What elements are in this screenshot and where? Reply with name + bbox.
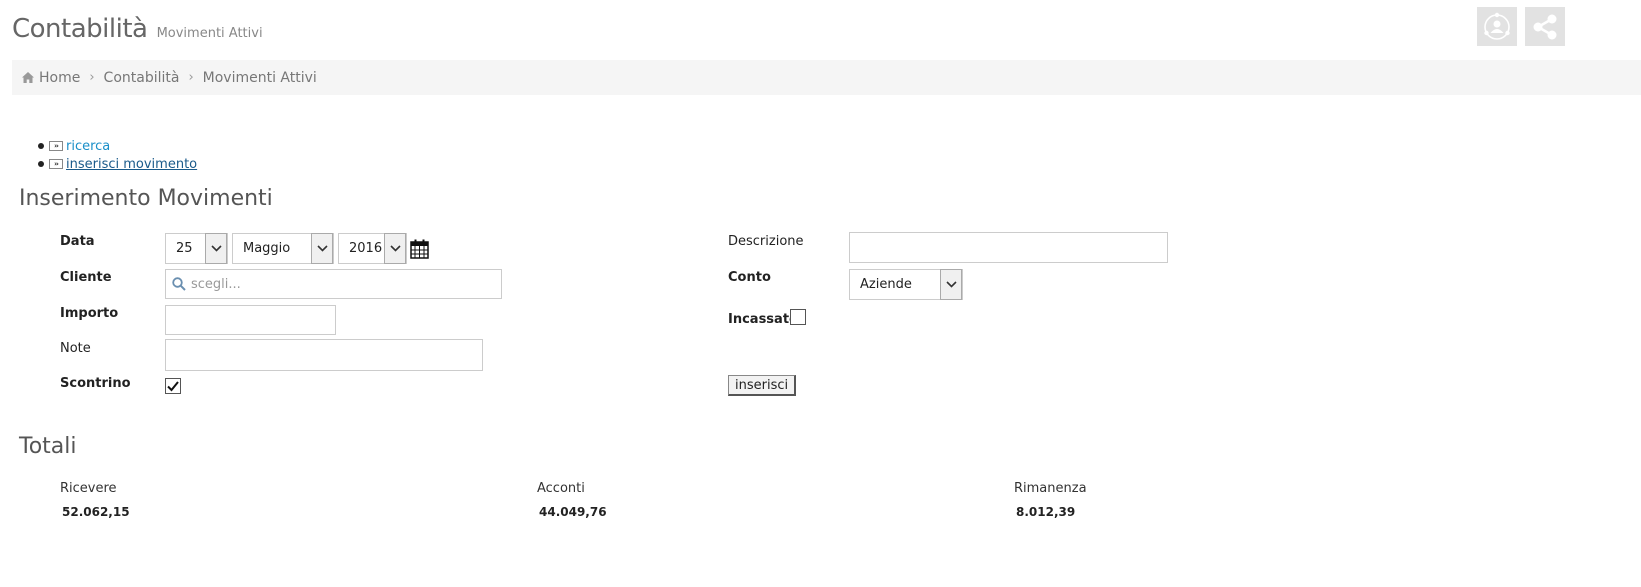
label-incassato: Incassato <box>728 312 798 327</box>
total-value-acconti: 44.049,76 <box>539 505 607 519</box>
label-importo: Importo <box>60 306 119 321</box>
double-arrow-icon: ›› <box>49 141 63 151</box>
conto-value: Aziende <box>860 277 912 292</box>
label-note: Note <box>60 341 91 356</box>
user-circle-icon <box>1484 12 1510 40</box>
home-icon <box>22 72 34 83</box>
inserisci-button[interactable]: inserisci <box>728 375 797 396</box>
label-cliente: Cliente <box>60 270 112 285</box>
day-value: 25 <box>176 241 193 256</box>
totals-title: Totali <box>19 434 77 459</box>
chevron-down-icon <box>384 233 406 264</box>
label-descrizione: Descrizione <box>728 234 804 249</box>
conto-select[interactable]: Aziende <box>849 269 963 300</box>
breadcrumb-movimenti-attivi: Movimenti Attivi <box>202 69 317 86</box>
total-value-ricevere: 52.062,15 <box>62 505 130 519</box>
month-select[interactable]: Maggio <box>232 233 334 264</box>
breadcrumb: Home › Contabilità › Movimenti Attivi <box>12 60 1641 95</box>
bullet <box>38 143 44 149</box>
page-header: Contabilità Movimenti Attivi <box>12 14 263 44</box>
action-links: ›› ricerca ›› inserisci movimento <box>38 137 197 173</box>
chevron-right-icon: › <box>89 70 95 85</box>
cliente-placeholder: scegli... <box>191 276 241 292</box>
list-item: ›› ricerca <box>38 137 197 155</box>
incassato-checkbox[interactable] <box>790 309 806 325</box>
cliente-search-input[interactable]: scegli... <box>165 269 502 299</box>
checkmark-icon <box>167 380 179 391</box>
calendar-icon[interactable] <box>410 239 429 263</box>
label-scontrino: Scontrino <box>60 376 131 391</box>
list-item: ›› inserisci movimento <box>38 155 197 173</box>
importo-input[interactable] <box>165 305 336 335</box>
form-title: Inserimento Movimenti <box>19 186 273 211</box>
total-label-ricevere: Ricevere <box>60 481 117 496</box>
chevron-down-icon <box>311 233 333 264</box>
descrizione-input[interactable] <box>849 232 1168 263</box>
scontrino-checkbox[interactable] <box>165 378 181 394</box>
double-arrow-icon: ›› <box>49 159 63 169</box>
label-data: Data <box>60 234 95 249</box>
total-value-rimanenza: 8.012,39 <box>1016 505 1076 519</box>
share-icon <box>1533 14 1557 39</box>
search-icon <box>172 277 186 291</box>
chevron-down-icon <box>205 233 227 264</box>
chevron-down-icon <box>940 269 962 300</box>
page-subtitle: Movimenti Attivi <box>156 26 263 41</box>
breadcrumb-contabilita[interactable]: Contabilità <box>104 70 180 86</box>
year-select[interactable]: 2016 <box>338 233 407 264</box>
day-select[interactable]: 25 <box>165 233 228 264</box>
breadcrumb-home[interactable]: Home <box>39 70 80 86</box>
note-input[interactable] <box>165 339 483 371</box>
month-value: Maggio <box>243 241 291 256</box>
link-inserisci-movimento[interactable]: inserisci movimento <box>66 157 197 172</box>
bullet <box>38 161 44 167</box>
user-button[interactable] <box>1477 7 1517 46</box>
chevron-right-icon: › <box>188 70 194 85</box>
year-value: 2016 <box>349 241 383 256</box>
share-button[interactable] <box>1525 7 1565 46</box>
total-label-acconti: Acconti <box>537 481 585 496</box>
page-title: Contabilità <box>12 14 148 44</box>
label-conto: Conto <box>728 270 771 285</box>
total-label-rimanenza: Rimanenza <box>1014 481 1087 496</box>
link-ricerca[interactable]: ricerca <box>66 139 110 154</box>
